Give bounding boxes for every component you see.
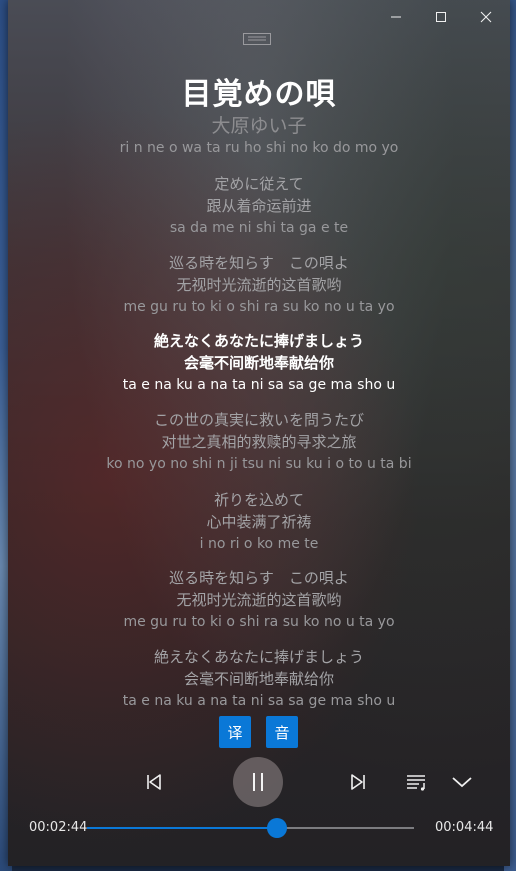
lyric-romaji: sa da me ni shi ta ga e te (169, 220, 349, 236)
chevron-down-icon (452, 777, 472, 788)
lyric-chinese: 无视时光流逝的这首歌哟 (176, 276, 342, 294)
song-artist: 大原ゆい子 (211, 115, 307, 137)
playlist-button[interactable] (404, 770, 430, 794)
lyric-romaji: me gu ru to ki o shi ra su ko no u ta yo (123, 614, 395, 630)
translation-toggle-button[interactable]: 译 (219, 716, 251, 748)
playlist-icon (407, 775, 425, 791)
lyric-romaji: me gu ru to ki o shi ra su ko no u ta yo (123, 299, 395, 315)
lyric-japanese: この世の真実に救いを問うたび (153, 411, 364, 429)
lyric-japanese: 絶えなくあなたに捧げましょう (153, 648, 364, 666)
lyric-group-current: 絶えなくあなたに捧げましょう 会毫不间断地奉献给你 ta e na ku a n… (8, 330, 510, 396)
collapse-button[interactable] (449, 770, 475, 794)
lyric-group-4: この世の真実に救いを問うたび 对世之真相的救赎的寻求之旅 ko no yo no… (8, 409, 510, 475)
previous-track-icon (147, 774, 161, 790)
next-track-button[interactable] (346, 770, 370, 794)
previous-track-button[interactable] (142, 770, 166, 794)
lyric-chinese: 会毫不间断地奉献给你 (183, 670, 334, 688)
progress-thumb[interactable] (266, 818, 287, 838)
title-romaji-group: ri n ne o wa ta ru ho shi no ko do mo yo (8, 137, 510, 159)
lyric-japanese: 巡る時を知らす この唄よ (169, 569, 349, 587)
romaji-toggle-button[interactable]: 音 (266, 716, 298, 748)
lyric-romaji: ta e na ku a na ta ni sa sa ge ma sho u (122, 693, 396, 709)
lyric-chinese: 会毫不间断地奉献给你 (183, 354, 334, 372)
title-bar[interactable] (8, 0, 510, 34)
lyric-japanese: 定めに従えて (214, 175, 304, 193)
progress-slider[interactable] (87, 818, 414, 838)
close-button[interactable] (463, 0, 509, 34)
lyric-japanese: 祈りを込めて (213, 491, 304, 509)
lyric-chinese: 心中装满了祈祷 (206, 513, 312, 531)
lyric-group-1: 定めに従えて 跟从着命运前进 sa da me ni shi ta ga e t… (8, 173, 510, 239)
close-icon (480, 11, 492, 23)
next-track-icon (351, 774, 365, 790)
lyric-chinese: 对世之真相的救赎的寻求之旅 (161, 433, 357, 451)
song-title: 目覚めの唄 (181, 77, 337, 112)
maximize-button[interactable] (418, 0, 464, 34)
lyric-romaji: ko no yo no shi n ji tsu ni su ku i o to… (106, 456, 412, 472)
current-time: 00:02:44 (29, 820, 88, 835)
lyric-japanese: 巡る時を知らす この唄よ (169, 254, 349, 272)
lyric-romaji: i no ri o ko me te (199, 536, 319, 552)
lyric-romaji: ta e na ku a na ta ni sa sa ge ma sho u (122, 377, 396, 393)
maximize-icon (436, 12, 446, 22)
play-pause-button[interactable] (233, 757, 283, 807)
lyric-chinese: 跟从着命运前进 (206, 197, 312, 215)
mini-mode-icon[interactable] (243, 33, 271, 45)
lyric-group-2: 巡る時を知らす この唄よ 无视时光流逝的这首歌哟 me gu ru to ki … (8, 252, 510, 318)
minimize-button[interactable] (373, 0, 419, 34)
lyric-chinese: 无视时光流逝的这首歌哟 (176, 591, 342, 609)
title-romaji: ri n ne o wa ta ru ho shi no ko do mo yo (119, 140, 399, 156)
minimize-icon (391, 16, 401, 18)
pause-icon (253, 773, 263, 791)
lyrics-window: 目覚めの唄 大原ゆい子 ri n ne o wa ta ru ho shi no… (8, 0, 510, 866)
lyric-group-5: 祈りを込めて 心中装满了祈祷 i no ri o ko me te (8, 489, 510, 555)
total-time: 00:04:44 (435, 820, 494, 835)
progress-fill (87, 827, 277, 829)
lyric-group-7: 絶えなくあなたに捧げましょう 会毫不间断地奉献给你 ta e na ku a n… (8, 646, 510, 712)
lyric-japanese: 絶えなくあなたに捧げましょう (153, 332, 364, 350)
lyric-group-6: 巡る時を知らす この唄よ 无视时光流逝的这首歌哟 me gu ru to ki … (8, 567, 510, 633)
